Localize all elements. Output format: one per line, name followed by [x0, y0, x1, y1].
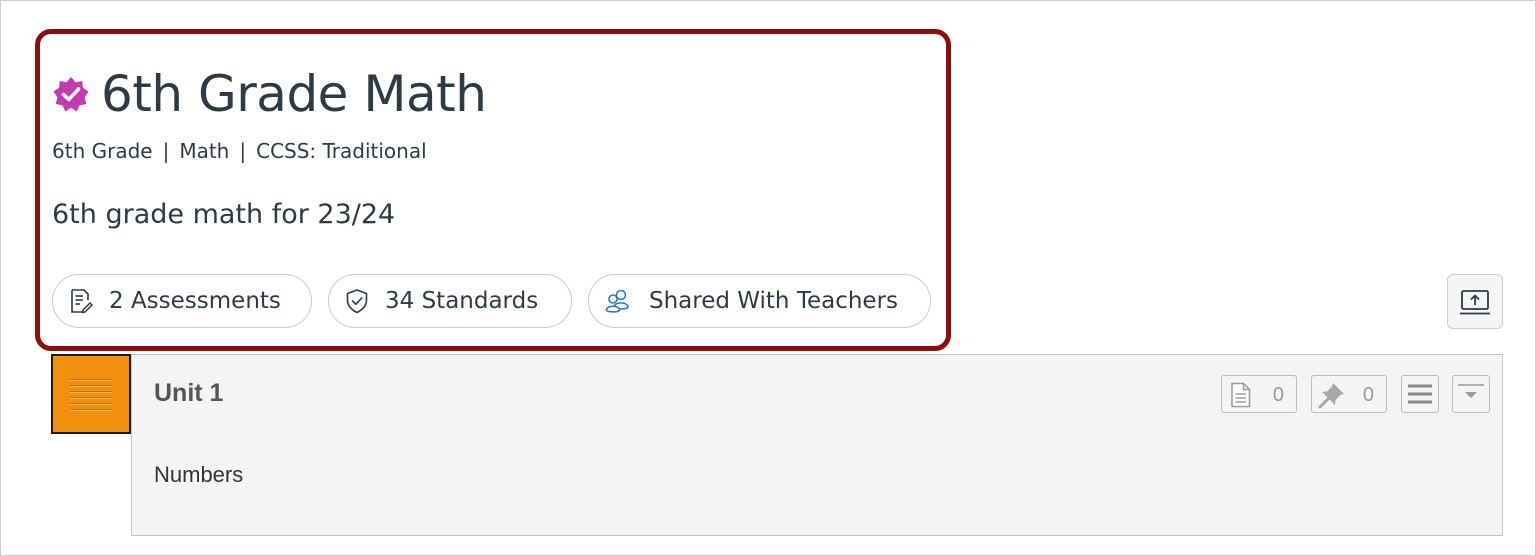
grip-line — [70, 384, 112, 386]
unit-pages-count: 0 — [1272, 384, 1284, 406]
unit-description: Numbers — [154, 462, 244, 487]
course-grade: 6th Grade — [52, 139, 153, 163]
users-icon — [605, 289, 629, 313]
unit-pins-count: 0 — [1362, 384, 1374, 406]
shared-pill-label: Shared With Teachers — [649, 288, 899, 314]
document-icon — [1231, 382, 1251, 408]
unit-menu-button[interactable] — [1401, 375, 1439, 413]
grip-line — [70, 390, 112, 392]
meta-separator: | — [162, 139, 170, 163]
pushpin-icon — [1318, 383, 1344, 409]
chevron-down-icon — [1458, 384, 1484, 398]
standards-pill[interactable]: 34 Standards — [328, 274, 572, 328]
grip-line — [70, 408, 112, 410]
unit-collapse-button[interactable] — [1452, 375, 1490, 413]
assessments-pill-label: 2 Assessments — [109, 288, 281, 314]
standards-pill-label: 34 Standards — [385, 288, 539, 314]
assessment-icon — [71, 289, 93, 314]
assessments-pill[interactable]: 2 Assessments — [52, 274, 312, 328]
unit-pages-button[interactable]: 0 — [1221, 375, 1297, 413]
course-description: 6th grade math for 23/24 — [52, 199, 396, 230]
course-standards-framework: CCSS: Traditional — [256, 139, 427, 163]
course-meta: 6th Grade | Math | CCSS: Traditional — [52, 139, 427, 163]
upload-icon — [1460, 289, 1490, 314]
export-button[interactable] — [1447, 274, 1503, 329]
grip-line — [70, 378, 112, 380]
unit-title: Unit 1 — [154, 379, 224, 407]
verified-badge-icon — [53, 76, 89, 112]
unit-drag-handle[interactable] — [51, 354, 131, 434]
course-window: 6th Grade Math 6th Grade | Math | CCSS: … — [0, 0, 1536, 556]
page-title: 6th Grade Math — [101, 65, 487, 123]
course-title-row: 6th Grade Math — [53, 61, 487, 127]
unit-pins-button[interactable]: 0 — [1311, 375, 1387, 413]
meta-separator: | — [239, 139, 247, 163]
grip-line — [70, 402, 112, 404]
shield-check-icon — [346, 289, 368, 314]
hamburger-menu-icon — [1408, 384, 1432, 404]
shared-with-teachers-pill[interactable]: Shared With Teachers — [588, 274, 931, 328]
course-subject: Math — [179, 139, 230, 163]
grip-line — [70, 396, 112, 398]
unit-card: Unit 1 Numbers 0 0 — [131, 354, 1503, 536]
